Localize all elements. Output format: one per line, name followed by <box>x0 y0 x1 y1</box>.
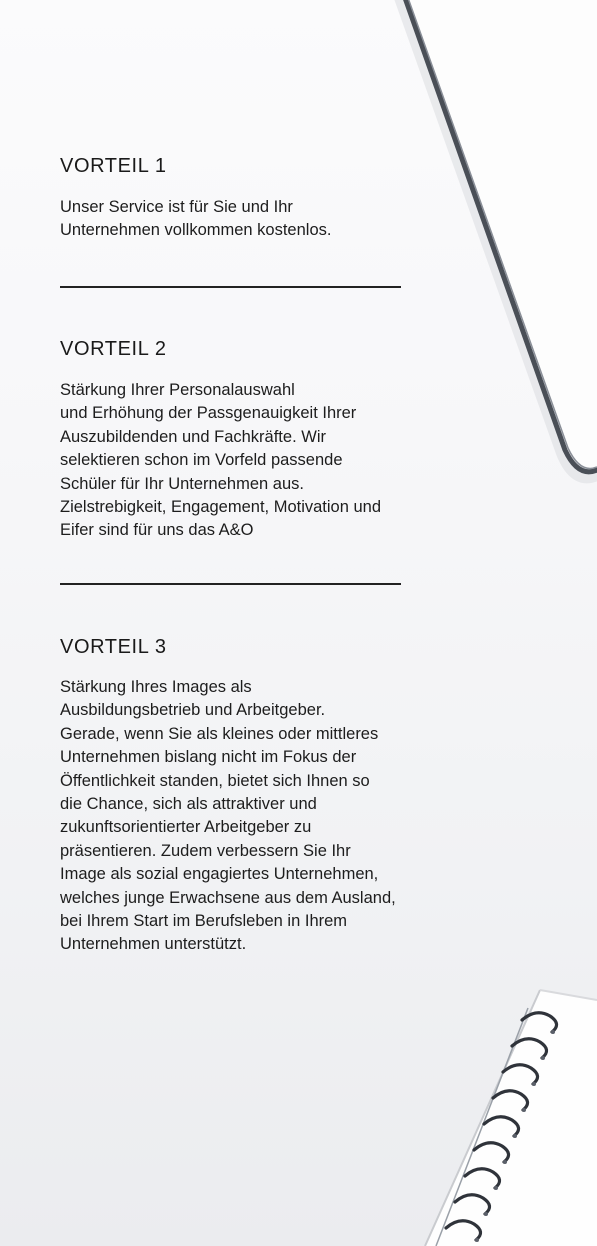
advantage-1: VORTEIL 1 Unser Service ist für Sie und … <box>60 154 440 243</box>
divider-1 <box>60 286 401 288</box>
advantage-2-text: Stärkung Ihrer Personalauswahl und Erhöh… <box>60 381 382 540</box>
advantage-3-heading: VORTEIL 3 <box>60 636 167 658</box>
divider-2 <box>60 583 401 585</box>
advantage-3: VORTEIL 3 Stärkung Ihres Images als Ausb… <box>60 635 460 957</box>
advantage-3-text: Stärkung Ihres Images als Ausbildungsbet… <box>60 678 396 954</box>
advantage-2-heading: VORTEIL 2 <box>60 338 167 360</box>
advantage-2: VORTEIL 2 Stärkung Ihrer Personalauswahl… <box>60 337 440 543</box>
advantage-1-text: Unser Service ist für Sie und Ihr Untern… <box>60 198 332 240</box>
page: VORTEIL 1 Unser Service ist für Sie und … <box>0 0 597 1246</box>
spiral-notebook-illustration <box>424 989 597 1246</box>
advantage-1-heading: VORTEIL 1 <box>60 155 167 177</box>
